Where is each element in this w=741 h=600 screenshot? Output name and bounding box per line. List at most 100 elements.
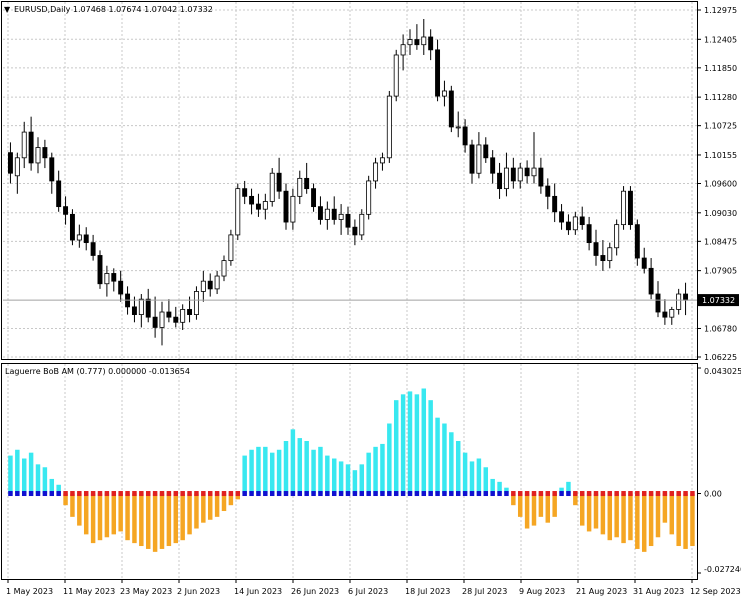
signal-dot-red: [579, 491, 585, 497]
collapse-triangle-icon[interactable]: ▼: [4, 5, 11, 14]
histogram-bar-positive: [249, 449, 254, 494]
signal-dot-blue: [387, 491, 392, 497]
bull-candle: [455, 126, 461, 129]
bull-candle: [386, 95, 392, 159]
bear-candle: [435, 49, 441, 97]
bear-candle: [187, 309, 193, 315]
bull-candle: [221, 260, 227, 277]
bull-candle: [214, 275, 220, 290]
bull-candle: [35, 147, 41, 164]
bull-candle: [235, 188, 241, 236]
bull-candle: [359, 213, 365, 236]
bull-candle: [607, 247, 613, 262]
signal-dot-red: [690, 491, 695, 497]
histogram-bar-negative: [600, 493, 606, 535]
signal-dot-red: [573, 491, 578, 497]
signal-dot-red: [139, 491, 144, 497]
bear-candle: [655, 293, 661, 313]
x-tick-label: 1 May 2023: [6, 587, 53, 596]
histogram-bar-positive: [21, 458, 27, 494]
histogram-bar-negative: [173, 493, 179, 544]
bull-candle: [262, 201, 268, 210]
histogram-bar-positive: [400, 394, 406, 494]
x-tick-label: 14 Jun 2023: [234, 587, 282, 596]
histogram-bar-positive: [449, 432, 454, 494]
signal-dot-red: [63, 491, 68, 497]
bull-candle: [476, 144, 482, 174]
signal-dot-red: [235, 491, 241, 497]
bear-candle: [497, 172, 503, 190]
signal-dot-red: [180, 491, 185, 497]
bull-candle: [676, 293, 682, 310]
signal-dot-blue: [311, 491, 316, 497]
bull-candle: [572, 216, 578, 231]
bull-candle: [297, 177, 303, 197]
y-tick-label: 1.10155: [704, 151, 737, 160]
bear-candle: [552, 195, 558, 213]
histogram-bar-negative: [104, 493, 110, 538]
signal-dot-red: [607, 491, 613, 497]
histogram-bar-negative: [221, 493, 227, 512]
bear-candle: [173, 316, 179, 323]
histogram-bar-negative: [690, 493, 695, 547]
signal-dot-blue: [421, 491, 427, 497]
bull-candle: [180, 309, 186, 323]
bear-candle: [627, 190, 633, 226]
bull-candle: [193, 291, 199, 315]
signal-dot-red: [187, 491, 192, 497]
x-tick-label: 2 Jun 2023: [177, 587, 220, 596]
histogram-bar-negative: [621, 493, 626, 544]
bear-candle: [662, 311, 668, 318]
bull-candle: [407, 39, 413, 46]
signal-dot-red: [648, 491, 654, 497]
signal-dot-blue: [338, 491, 344, 497]
bear-candle: [600, 255, 606, 262]
signal-dot-red: [511, 491, 516, 497]
bear-candle: [131, 306, 137, 315]
histogram-bar-negative: [635, 493, 640, 549]
histogram-bar-negative: [118, 493, 123, 532]
histogram-bar-negative: [139, 493, 144, 547]
bear-candle: [448, 90, 454, 128]
bear-candle: [469, 144, 475, 174]
histogram-bar-positive: [297, 438, 303, 494]
histogram-bar-negative: [152, 493, 158, 552]
signal-dot-red: [552, 491, 557, 497]
signal-dot-blue: [283, 491, 289, 497]
histogram-bar-positive: [42, 467, 48, 494]
histogram-bar-positive: [304, 441, 309, 494]
x-tick-label: 11 May 2023: [63, 587, 115, 596]
signal-dot-red: [207, 491, 213, 497]
histogram-bar-negative: [214, 493, 220, 517]
signal-dot-red: [201, 491, 206, 497]
bull-candle: [503, 167, 509, 190]
bull-candle: [290, 195, 296, 223]
signal-dot-blue: [462, 491, 468, 497]
signal-dot-blue: [559, 491, 564, 497]
histogram-bar-positive: [393, 400, 399, 494]
y-tick-label: 1.10725: [704, 122, 737, 131]
signal-dot-blue: [442, 491, 447, 497]
bear-candle: [276, 172, 282, 192]
bear-candle: [69, 213, 75, 241]
bear-candle: [545, 185, 551, 197]
bull-candle: [441, 90, 447, 97]
signal-dot-red: [132, 491, 137, 497]
histogram-bar-positive: [421, 388, 427, 494]
bear-candle: [483, 144, 489, 159]
signal-dot-blue: [297, 491, 303, 497]
histogram-bar-negative: [531, 493, 537, 526]
bear-candle: [559, 211, 565, 223]
y-tick-label: 1.09600: [704, 180, 737, 189]
signal-dot-red: [90, 491, 96, 497]
signal-dot-red: [655, 491, 661, 497]
bear-candle: [345, 213, 351, 228]
histogram-bar-positive: [28, 452, 34, 494]
bull-candle: [379, 157, 385, 164]
signal-dot-blue: [263, 491, 268, 497]
signal-dot-blue: [56, 491, 61, 497]
signal-dot-blue: [359, 491, 365, 497]
histogram-bar-positive: [331, 458, 337, 494]
signal-dot-red: [228, 491, 234, 497]
signal-dot-blue: [345, 491, 351, 497]
